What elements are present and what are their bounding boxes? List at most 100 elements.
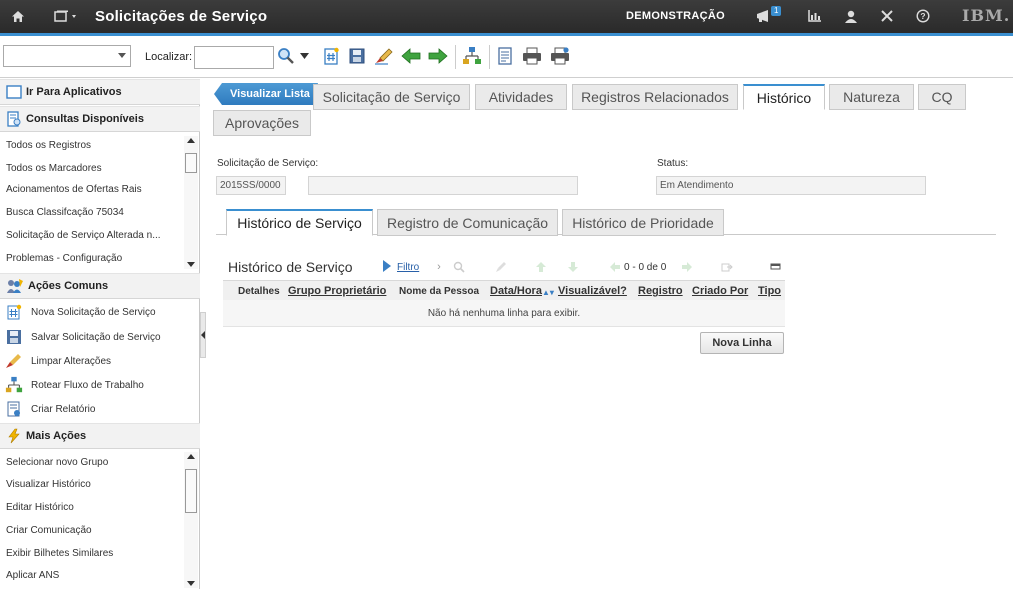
chevron-down-icon bbox=[118, 53, 126, 58]
workflow-icon bbox=[4, 376, 24, 394]
reports-icon[interactable] bbox=[806, 8, 824, 24]
toolbar: Localizar: bbox=[0, 36, 1013, 78]
more-actions-header[interactable]: Mais Ações bbox=[0, 423, 200, 449]
print-options-icon[interactable] bbox=[550, 46, 570, 66]
query-item[interactable]: Todos os Registros bbox=[6, 140, 91, 151]
search-options-icon[interactable] bbox=[298, 46, 310, 66]
tab-cq[interactable]: CQ bbox=[918, 84, 966, 110]
save-icon[interactable] bbox=[347, 46, 367, 66]
go-to-apps-header[interactable]: Ir Para Aplicativos bbox=[0, 79, 200, 105]
action-new-service-request[interactable]: Nova Solicitação de Serviço bbox=[0, 301, 200, 323]
query-item[interactable]: Acionamentos de Ofertas Rais bbox=[6, 184, 142, 195]
toolbar-separator bbox=[455, 45, 456, 69]
new-record-icon bbox=[4, 303, 24, 321]
column-owner-group[interactable]: Grupo Proprietário bbox=[288, 285, 386, 297]
more-action-item[interactable]: Exibir Bilhetes Similares bbox=[6, 548, 113, 559]
service-request-label: Solicitação de Serviço: bbox=[217, 158, 319, 169]
page-title: Solicitações de Serviço bbox=[95, 8, 268, 25]
create-report-icon bbox=[4, 400, 24, 418]
action-save-service-request[interactable]: Salvar Solicitação de Serviço bbox=[0, 326, 200, 348]
table-title: Histórico de Serviço bbox=[228, 259, 353, 275]
query-item[interactable]: Todos os Marcadores bbox=[6, 163, 102, 174]
filter-expand-icon[interactable] bbox=[383, 260, 391, 272]
back-to-list-button[interactable]: Visualizar Lista bbox=[214, 83, 318, 105]
more-action-item[interactable]: Aplicar ANS bbox=[6, 570, 59, 581]
more-action-item[interactable]: Editar Histórico bbox=[6, 502, 74, 513]
home-icon[interactable] bbox=[9, 8, 27, 24]
tab-service-request[interactable]: Solicitação de Serviço bbox=[313, 84, 470, 110]
find-input[interactable] bbox=[194, 46, 274, 69]
sort-descending-icon[interactable]: ▲▾ bbox=[542, 288, 554, 297]
column-viewable[interactable]: Visualizável? bbox=[558, 285, 627, 297]
scroll-up-icon[interactable] bbox=[187, 454, 195, 459]
minimize-table-icon[interactable] bbox=[768, 260, 782, 274]
query-item[interactable]: Problemas - Configuração bbox=[6, 253, 122, 264]
user-label: DEMONSTRAÇÃO bbox=[626, 10, 725, 22]
more-action-item[interactable]: Selecionar novo Grupo bbox=[6, 457, 108, 468]
query-item[interactable]: Busca Classifcação 75034 bbox=[6, 207, 124, 218]
service-request-number-field[interactable]: 2015SS/0000 bbox=[216, 176, 286, 195]
clear-filter-icon bbox=[494, 260, 508, 274]
column-person-name: Nome da Pessoa bbox=[399, 286, 480, 297]
column-record[interactable]: Registro bbox=[638, 285, 683, 297]
action-route-workflow[interactable]: Rotear Fluxo de Trabalho bbox=[0, 374, 200, 396]
status-label: Status: bbox=[657, 158, 689, 169]
find-label: Localizar: bbox=[145, 51, 193, 63]
clear-changes-icon[interactable] bbox=[374, 46, 394, 66]
print-icon[interactable] bbox=[522, 46, 542, 66]
report-icon[interactable] bbox=[495, 46, 515, 66]
tab-history[interactable]: Histórico bbox=[743, 84, 825, 110]
next-page-icon bbox=[680, 260, 694, 274]
close-icon[interactable] bbox=[878, 8, 896, 24]
search-icon[interactable] bbox=[276, 46, 296, 66]
tab-related-records[interactable]: Registros Relacionados bbox=[572, 84, 738, 110]
more-action-item[interactable]: Visualizar Histórico bbox=[6, 479, 91, 490]
profile-icon[interactable] bbox=[842, 8, 860, 24]
scroll-down-icon[interactable] bbox=[187, 581, 195, 586]
new-row-button[interactable]: Nova Linha bbox=[700, 332, 784, 354]
more-actions-scrollbar[interactable] bbox=[184, 452, 198, 588]
find-icon bbox=[452, 260, 466, 274]
download-icon bbox=[720, 260, 734, 274]
column-date-time[interactable]: Data/Hora bbox=[490, 285, 542, 297]
common-actions-icon bbox=[7, 279, 23, 293]
service-request-description-field[interactable] bbox=[308, 176, 578, 195]
next-icon[interactable] bbox=[428, 46, 448, 66]
ibm-logo: IBM. bbox=[962, 6, 1011, 25]
chevron-right-icon[interactable]: › bbox=[432, 260, 446, 274]
filter-link[interactable]: Filtro bbox=[397, 262, 419, 273]
previous-page-icon bbox=[608, 260, 622, 274]
query-item[interactable]: Solicitação de Serviço Alterada n... bbox=[6, 230, 161, 241]
save-icon bbox=[4, 328, 24, 346]
tab-nature[interactable]: Natureza bbox=[829, 84, 914, 110]
subtab-communication-log[interactable]: Registro de Comunicação bbox=[377, 209, 558, 236]
help-icon[interactable]: ? bbox=[914, 8, 932, 24]
table-header: Detalhes Grupo Proprietário Nome da Pess… bbox=[223, 280, 785, 300]
scroll-down-icon[interactable] bbox=[187, 262, 195, 267]
status-field[interactable]: Em Atendimento bbox=[656, 176, 926, 195]
scroll-thumb[interactable] bbox=[185, 153, 197, 173]
action-create-report[interactable]: Criar Relatório bbox=[0, 398, 200, 420]
scroll-thumb[interactable] bbox=[185, 469, 197, 513]
new-record-icon[interactable] bbox=[321, 46, 341, 66]
queries-scrollbar[interactable] bbox=[184, 136, 198, 269]
column-type[interactable]: Tipo bbox=[758, 285, 781, 297]
main-content: Visualizar Lista Solicitação de Serviço … bbox=[206, 79, 1013, 589]
go-to-menu-icon[interactable] bbox=[53, 8, 79, 24]
application-select[interactable] bbox=[3, 45, 131, 67]
workflow-icon[interactable] bbox=[462, 46, 482, 66]
scroll-up-icon[interactable] bbox=[187, 138, 195, 143]
tab-approvals[interactable]: Aprovações bbox=[213, 110, 311, 136]
action-clear-changes[interactable]: Limpar Alterações bbox=[0, 350, 200, 372]
column-created-by[interactable]: Criado Por bbox=[692, 285, 748, 297]
svg-text:?: ? bbox=[920, 11, 925, 21]
subtab-service-history[interactable]: Histórico de Serviço bbox=[226, 209, 373, 236]
queries-header[interactable]: Consultas Disponíveis bbox=[0, 106, 200, 132]
tab-activities[interactable]: Atividades bbox=[475, 84, 567, 110]
previous-icon[interactable] bbox=[401, 46, 421, 66]
arrow-down-icon bbox=[566, 260, 580, 274]
chevron-left-icon bbox=[201, 331, 205, 339]
subtab-priority-history[interactable]: Histórico de Prioridade bbox=[562, 209, 724, 236]
common-actions-header[interactable]: Ações Comuns bbox=[0, 273, 200, 299]
more-action-item[interactable]: Criar Comunicação bbox=[6, 525, 92, 536]
